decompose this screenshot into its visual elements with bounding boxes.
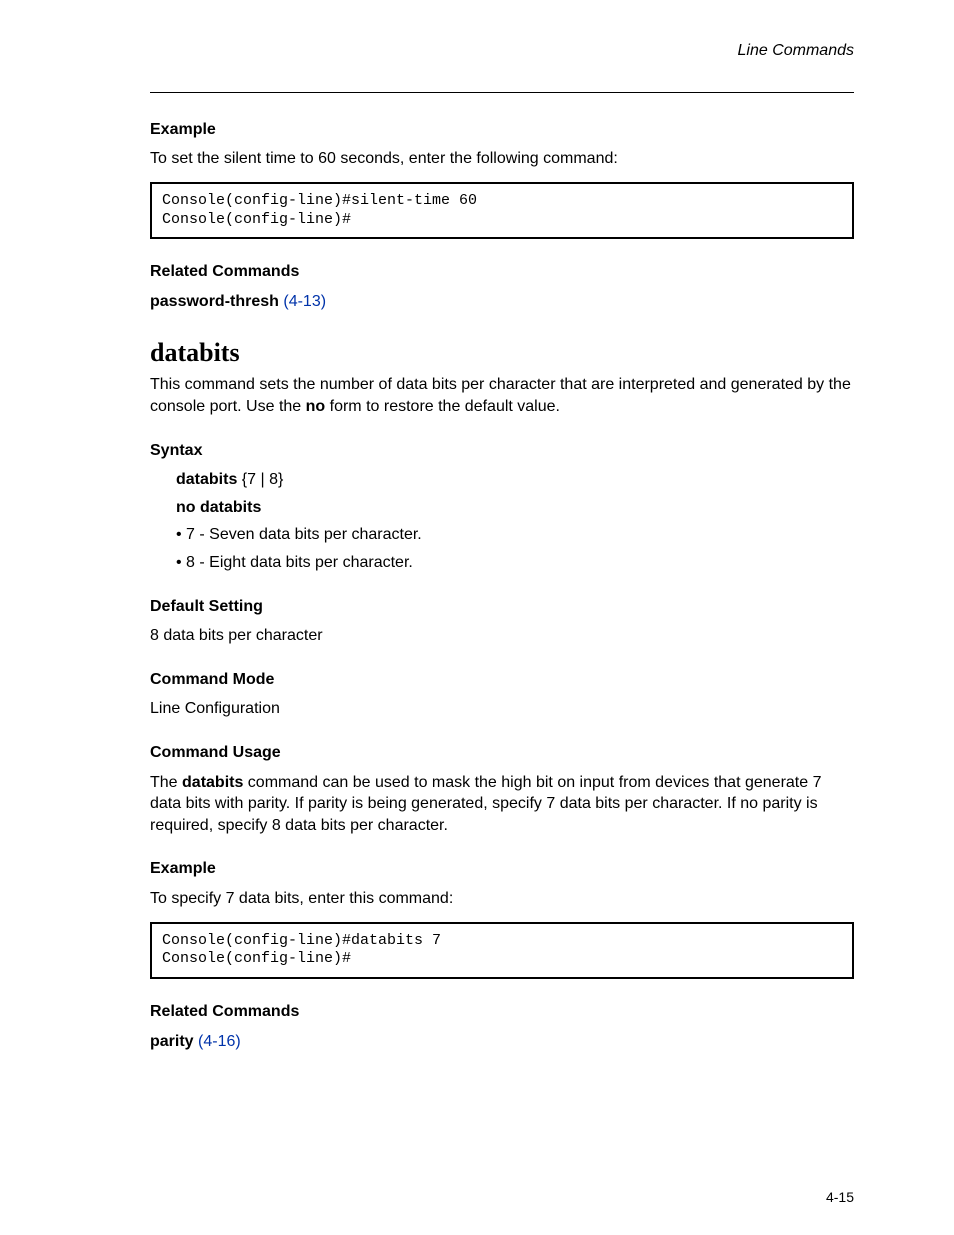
- default-body: 8 data bits per character: [150, 625, 854, 647]
- related1-item: password-thresh (4-13): [150, 291, 854, 313]
- usage-title: Command Usage: [150, 742, 854, 764]
- syntax-line2: no databits: [176, 497, 854, 519]
- example2-code: Console(config-line)#databits 7 Console(…: [150, 922, 854, 980]
- syntax-args: {7 | 8}: [237, 471, 283, 488]
- mode-body: Line Configuration: [150, 698, 854, 720]
- mode-title: Command Mode: [150, 669, 854, 691]
- example1-intro: To set the silent time to 60 seconds, en…: [150, 148, 854, 170]
- page-footer: 4-15: [100, 1189, 854, 1205]
- example2-intro: To specify 7 data bits, enter this comma…: [150, 888, 854, 910]
- related1-page: (4-13): [283, 293, 326, 310]
- example2-title: Example: [150, 858, 854, 880]
- usage-post: command can be used to mask the high bit…: [150, 774, 821, 834]
- usage-pre: The: [150, 774, 182, 791]
- footer-page-number: 4-15: [826, 1189, 854, 1205]
- header-section: Line Commands: [150, 40, 854, 62]
- arg-8: • 8 - Eight data bits per character.: [176, 552, 854, 574]
- databits-desc: This command sets the number of data bit…: [150, 374, 854, 417]
- command-title-databits: databits: [150, 338, 854, 368]
- syntax-line1: databits {7 | 8}: [176, 469, 854, 491]
- related2-item: parity (4-16): [150, 1031, 854, 1053]
- usage-cmd: databits: [182, 774, 243, 791]
- related2-cmd: parity: [150, 1033, 194, 1050]
- example1-code: Console(config-line)#silent-time 60 Cons…: [150, 182, 854, 240]
- no-keyword: no: [306, 398, 326, 415]
- usage-body: The databits command can be used to mask…: [150, 772, 854, 837]
- example1-title: Example: [150, 119, 854, 141]
- header-rule: [150, 92, 854, 93]
- syntax-cmd1: databits: [176, 471, 237, 488]
- default-title: Default Setting: [150, 596, 854, 618]
- related1-title: Related Commands: [150, 261, 854, 283]
- arg-7: • 7 - Seven data bits per character.: [176, 524, 854, 546]
- related2-title: Related Commands: [150, 1001, 854, 1023]
- related2-page: (4-16): [198, 1033, 241, 1050]
- databits-desc-tail: form to restore the default value.: [325, 398, 560, 415]
- related1-cmd: password-thresh: [150, 293, 279, 310]
- syntax-title: Syntax: [150, 440, 854, 462]
